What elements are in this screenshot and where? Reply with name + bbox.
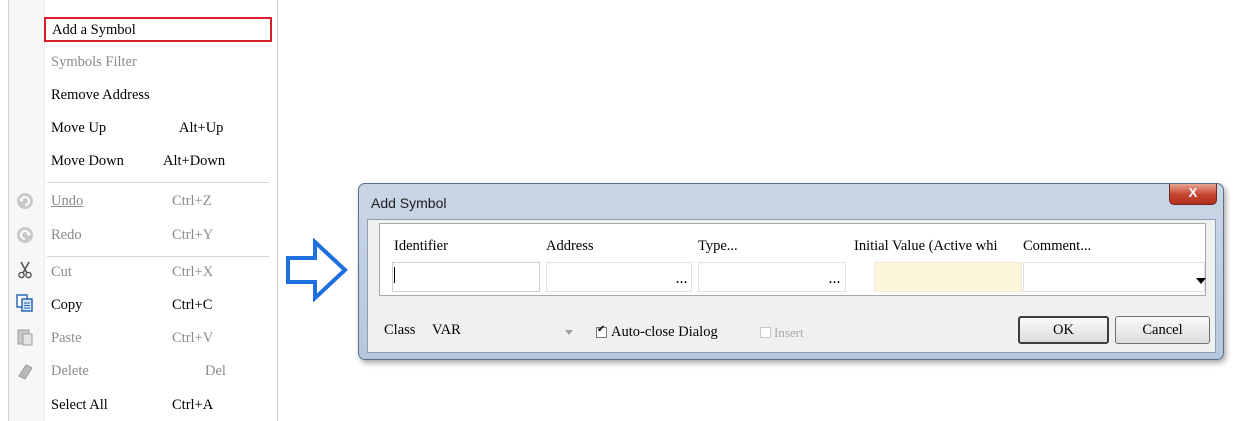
- comment-header[interactable]: Comment...: [1023, 238, 1091, 255]
- menu-item-shortcut: Alt+Up: [179, 120, 224, 136]
- menu-item-shortcut: Ctrl+X: [172, 264, 214, 280]
- paste-icon: [17, 329, 33, 346]
- menu-item-shortcut: Del: [205, 363, 226, 379]
- dialog-title: Add Symbol: [371, 195, 447, 211]
- menu-item-label: Cut: [51, 264, 72, 280]
- insert-checkbox[interactable]: [760, 327, 771, 338]
- menu-item-select-all[interactable]: Select All Ctrl+A: [45, 393, 271, 417]
- address-input[interactable]: [546, 262, 692, 292]
- type-browse-button[interactable]: ...: [829, 272, 841, 287]
- auto-close-checkbox[interactable]: [596, 324, 607, 338]
- menu-item-redo[interactable]: Redo Ctrl+Y: [45, 223, 271, 247]
- menu-item-label: Undo: [51, 193, 84, 209]
- menu-item-label: Move Up: [51, 120, 107, 136]
- address-browse-button[interactable]: ...: [676, 272, 688, 287]
- identifier-input[interactable]: [392, 262, 540, 292]
- eraser-icon: [18, 364, 33, 380]
- initial-value-header: Initial Value (Active whi: [854, 238, 998, 254]
- menu-item-label: Move Down: [51, 153, 124, 169]
- menu-separator: [47, 256, 269, 257]
- menu-item-label: Paste: [51, 330, 82, 346]
- menu-item-label: Symbols Filter: [51, 54, 137, 70]
- initial-value-input[interactable]: [874, 262, 1022, 292]
- menu-item-shortcut: Ctrl+Z: [172, 193, 212, 209]
- auto-close-label[interactable]: Auto-close Dialog: [611, 324, 718, 341]
- right-arrow-icon: [286, 238, 348, 302]
- menu-item-move-down[interactable]: Move Down Alt+Down: [45, 149, 271, 173]
- undo-icon: [17, 193, 33, 209]
- menu-item-cut[interactable]: Cut Ctrl+X: [45, 260, 271, 284]
- scissors-icon: [18, 261, 32, 279]
- context-menu: Add a Symbol Symbols Filter Remove Addre…: [8, 0, 278, 421]
- close-icon: X: [1188, 185, 1198, 200]
- class-select[interactable]: VAR: [432, 322, 461, 339]
- menu-item-label: Delete: [51, 363, 89, 379]
- text-cursor: [394, 267, 395, 283]
- add-symbol-dialog: Add Symbol X Identifier Address Type... …: [358, 183, 1224, 360]
- menu-item-remove-address[interactable]: Remove Address: [45, 83, 271, 107]
- menu-item-undo[interactable]: Undo Ctrl+Z: [45, 189, 271, 213]
- dialog-body: Identifier Address Type... Initial Value…: [367, 219, 1216, 353]
- menu-item-shortcut: Ctrl+V: [172, 330, 214, 346]
- menu-item-shortcut: Ctrl+A: [172, 397, 214, 413]
- menu-item-copy[interactable]: Copy Ctrl+C: [45, 293, 271, 317]
- class-label: Class: [384, 322, 416, 338]
- menu-item-label: Add a Symbol: [52, 22, 136, 38]
- menu-item-label: Select All: [51, 397, 108, 413]
- chevron-down-icon[interactable]: [1196, 278, 1206, 284]
- ok-button[interactable]: OK: [1018, 316, 1109, 344]
- menu-item-shortcut: Ctrl+Y: [172, 227, 214, 243]
- menu-item-add-a-symbol[interactable]: Add a Symbol: [44, 17, 272, 42]
- menu-item-shortcut: Ctrl+C: [172, 297, 213, 313]
- insert-label[interactable]: Insert: [774, 325, 804, 341]
- menu-icon-gutter: [9, 0, 45, 421]
- menu-item-label: Redo: [51, 227, 82, 243]
- type-input[interactable]: [698, 262, 846, 292]
- redo-icon: [17, 227, 33, 243]
- address-header: Address: [546, 238, 594, 254]
- dialog-options-row: Class VAR Auto-close Dialog Insert OK Ca…: [368, 296, 1217, 352]
- menu-item-delete[interactable]: Delete Del: [45, 359, 271, 383]
- menu-item-label: Copy: [51, 297, 83, 313]
- cancel-button[interactable]: Cancel: [1115, 316, 1210, 344]
- symbol-fields-panel: Identifier Address Type... Initial Value…: [379, 223, 1206, 296]
- class-dropdown-icon[interactable]: [565, 330, 573, 335]
- copy-icon: [16, 294, 33, 312]
- menu-separator: [47, 182, 269, 183]
- menu-item-symbols-filter[interactable]: Symbols Filter: [45, 50, 271, 74]
- menu-item-move-up[interactable]: Move Up Alt+Up: [45, 116, 271, 140]
- comment-input[interactable]: [1023, 262, 1205, 292]
- menu-item-paste[interactable]: Paste Ctrl+V: [45, 326, 271, 350]
- menu-item-shortcut: Alt+Down: [163, 153, 226, 169]
- menu-item-label: Remove Address: [51, 87, 150, 103]
- type-header[interactable]: Type...: [698, 238, 738, 255]
- close-button[interactable]: X: [1169, 184, 1217, 205]
- identifier-header: Identifier: [394, 238, 448, 254]
